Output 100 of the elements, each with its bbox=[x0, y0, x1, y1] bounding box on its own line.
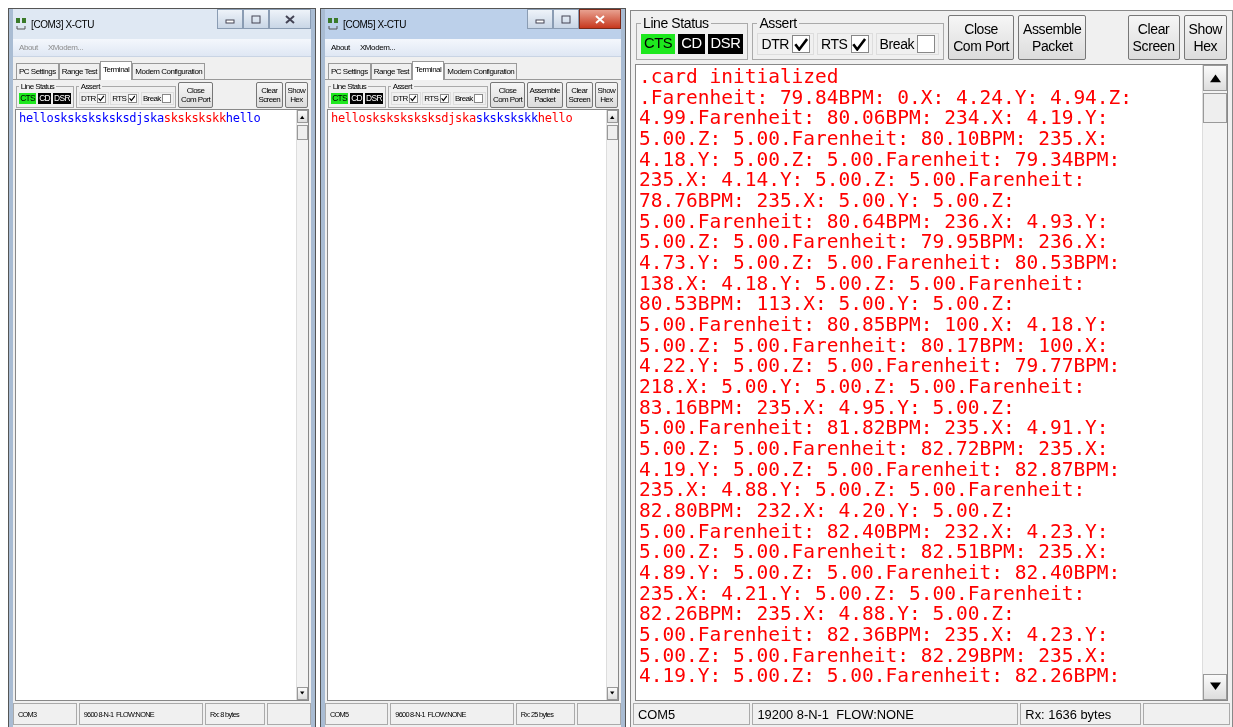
scroll-up-button[interactable] bbox=[607, 110, 618, 124]
checkbox[interactable] bbox=[162, 93, 172, 103]
terminal-line: 5.00.Z: 5.00.Farenheit: 82.29BPM: 235.X: bbox=[639, 645, 1110, 667]
scroll-up-button[interactable] bbox=[1203, 65, 1227, 91]
close-button[interactable] bbox=[269, 9, 311, 29]
terminal-line: 5.00.Farenheit: 82.36BPM: 235.X: 4.23.Y: bbox=[639, 625, 1110, 646]
signal-indicator: DSR bbox=[52, 92, 72, 104]
terminal-line: 4.22.Y: 5.00.Z: 5.00.Farenheit: 79.77BPM: bbox=[639, 356, 1122, 378]
terminal-line: 138.X: 4.18.Y: 5.00.Z: 5.00.Farenheit: bbox=[639, 273, 1087, 295]
terminal-line: 5.00.Farenheit: 80.85BPM: 100.X: 4.18.Y: bbox=[639, 315, 1110, 336]
maximize-button[interactable] bbox=[553, 9, 579, 29]
status-field bbox=[576, 703, 621, 725]
app-icon bbox=[327, 17, 339, 31]
toolbar-button[interactable]: Close Com Port bbox=[948, 15, 1015, 60]
toolbar-button[interactable]: Show Hex bbox=[594, 81, 618, 108]
terminal-line: 78.76BPM: 235.X: 5.00.Y: 5.00.Z: bbox=[639, 191, 1016, 212]
scrollbar[interactable] bbox=[296, 110, 308, 700]
maximize-button[interactable] bbox=[243, 9, 269, 29]
scroll-thumb[interactable] bbox=[297, 125, 308, 140]
terminal-line: 4.19.Y: 5.00.Z: 5.00.Farenheit: 82.87BPM: bbox=[639, 459, 1122, 481]
terminal-line: 218.X: 5.00.Y: 5.00.Z: 5.00.Farenheit: bbox=[639, 377, 1087, 398]
menu-item[interactable]: XModem... bbox=[359, 43, 395, 52]
checkbox-label: Break bbox=[879, 36, 915, 52]
window-title: [COM3] X-CTU bbox=[31, 18, 94, 30]
checkbox-label: RTS bbox=[424, 93, 439, 103]
checkbox[interactable] bbox=[97, 93, 107, 103]
group-label: Assert bbox=[391, 81, 414, 91]
signal-indicator: DSR bbox=[707, 34, 744, 54]
terminal-line: 5.00.Farenheit: 80.64BPM: 236.X: 4.93.Y: bbox=[639, 211, 1110, 233]
scroll-down-button[interactable] bbox=[297, 687, 308, 700]
toolbar-button[interactable]: Clear Screen bbox=[255, 81, 283, 108]
terminal-line: 4.73.Y: 5.00.Z: 5.00.Farenheit: 80.53BPM: bbox=[639, 253, 1122, 274]
close-button[interactable] bbox=[579, 9, 621, 29]
up-arrow-icon bbox=[610, 114, 615, 119]
status-field: Rx: 1636 bytes bbox=[1020, 703, 1142, 725]
toolbar-button[interactable]: Close Com Port bbox=[490, 81, 525, 108]
close-icon bbox=[595, 14, 605, 24]
toolbar-button[interactable]: Clear Screen bbox=[1127, 15, 1180, 60]
signal-indicator: DSR bbox=[364, 92, 384, 104]
group-label: Assert bbox=[758, 15, 798, 31]
checkbox-label: DTR bbox=[761, 36, 789, 52]
down-arrow-icon bbox=[1209, 682, 1221, 692]
tab[interactable]: Modem Configuration bbox=[444, 63, 518, 79]
terminal-text: hellosksksksksksdjska bbox=[19, 111, 164, 126]
minimize-button[interactable] bbox=[217, 9, 243, 29]
terminal-line: 5.00.Z: 5.00.Farenheit: 79.95BPM: 236.X: bbox=[639, 232, 1110, 254]
status-field bbox=[266, 703, 311, 725]
scrollbar[interactable] bbox=[606, 110, 618, 700]
scroll-down-button[interactable] bbox=[1203, 674, 1227, 700]
checkbox[interactable] bbox=[439, 93, 449, 103]
terminal-line: 82.26BPM: 235.X: 4.88.Y: 5.00.Z: bbox=[639, 604, 1016, 626]
tab[interactable]: Modem Configuration bbox=[132, 63, 206, 79]
checkbox-label: RTS bbox=[821, 36, 848, 52]
scroll-up-button[interactable] bbox=[297, 110, 308, 124]
checkbox[interactable] bbox=[409, 93, 419, 103]
tab[interactable]: Range Test bbox=[370, 63, 413, 79]
check-icon bbox=[441, 95, 448, 102]
up-arrow-icon bbox=[1209, 73, 1221, 83]
checkbox[interactable] bbox=[917, 35, 936, 53]
signal-indicator: CTS bbox=[330, 92, 349, 104]
terminal-line: 235.X: 4.21.Y: 5.00.Z: 5.00.Farenheit: bbox=[639, 583, 1087, 605]
scroll-down-button[interactable] bbox=[607, 687, 618, 700]
terminal-line: .Farenheit: 79.84BPM: 0.X: 4.24.Y: 4.94.Z: bbox=[639, 87, 1134, 109]
toolbar-button[interactable]: Assemble Packet bbox=[526, 81, 563, 108]
toolbar-button[interactable]: Assemble Packet bbox=[1018, 15, 1087, 60]
checkbox[interactable] bbox=[850, 35, 869, 53]
signal-indicator: CD bbox=[678, 34, 705, 54]
tab[interactable]: PC Settings bbox=[328, 63, 371, 79]
checkbox-label: RTS bbox=[112, 93, 127, 103]
terminal-text: hellosksksksksksdjska bbox=[331, 111, 476, 126]
toolbar-button[interactable]: Close Com Port bbox=[178, 81, 213, 108]
toolbar-button[interactable]: Show Hex bbox=[284, 81, 308, 108]
terminal-line: 235.X: 4.88.Y: 5.00.Z: 5.00.Farenheit: bbox=[639, 480, 1087, 502]
minimize-button[interactable] bbox=[527, 9, 553, 29]
terminal-text: skskskskk bbox=[475, 111, 538, 126]
status-field: 19200 8-N-1 FLOW:NONE bbox=[752, 703, 1019, 725]
terminal-line: 235.X: 4.14.Y: 5.00.Z: 5.00.Farenheit: bbox=[639, 170, 1087, 192]
checkbox[interactable] bbox=[474, 93, 484, 103]
check-icon bbox=[98, 95, 105, 102]
terminal-line: 80.53BPM: 113.X: 5.00.Y: 5.00.Z: bbox=[639, 294, 1016, 316]
toolbar-button[interactable]: Clear Screen bbox=[565, 81, 593, 108]
terminal-line: 5.00.Z: 5.00.Farenheit: 80.10BPM: 235.X: bbox=[639, 129, 1110, 150]
scroll-thumb[interactable] bbox=[1203, 93, 1227, 123]
terminal-line: 4.99.Farenheit: 80.06BPM: 234.X: 4.19.Y: bbox=[639, 108, 1110, 129]
terminal-line: 5.00.Farenheit: 82.40BPM: 232.X: 4.23.Y: bbox=[639, 521, 1110, 543]
signal-indicator: CTS bbox=[641, 34, 676, 54]
tab[interactable]: PC Settings bbox=[16, 63, 59, 79]
menu-item[interactable]: About bbox=[331, 43, 350, 52]
tab[interactable]: Terminal bbox=[412, 61, 445, 80]
checkbox[interactable] bbox=[792, 35, 810, 53]
toolbar-button[interactable]: Show Hex bbox=[1183, 15, 1227, 60]
up-arrow-icon bbox=[300, 114, 305, 119]
check-icon bbox=[793, 36, 809, 52]
tab[interactable]: Range Test bbox=[58, 63, 101, 79]
group-label: Assert bbox=[79, 81, 102, 91]
terminal-line: 4.18.Y: 5.00.Z: 5.00.Farenheit: 79.34BPM: bbox=[639, 149, 1122, 171]
scroll-thumb[interactable] bbox=[607, 125, 618, 140]
scrollbar[interactable] bbox=[1202, 65, 1227, 700]
checkbox[interactable] bbox=[127, 93, 137, 103]
tab[interactable]: Terminal bbox=[100, 61, 133, 80]
